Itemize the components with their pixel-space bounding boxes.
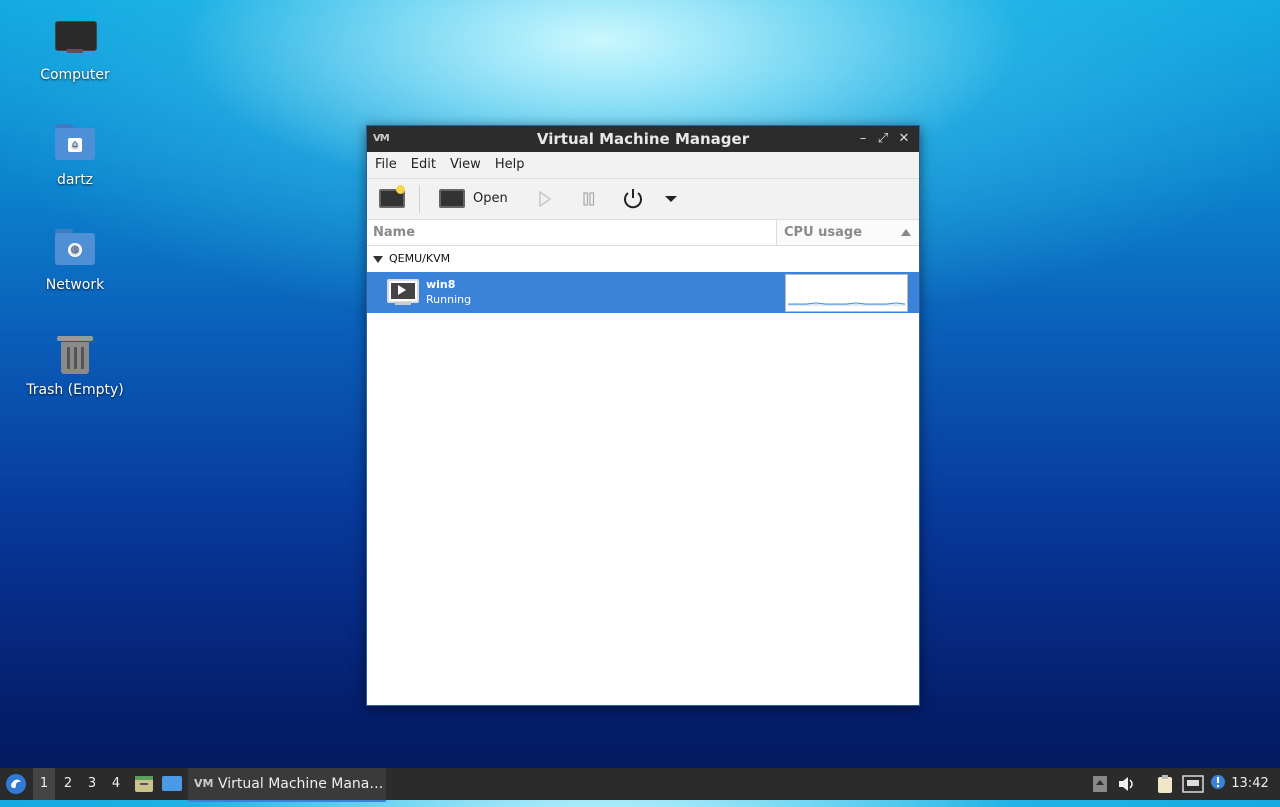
desktop-icon-trash[interactable]: Trash (Empty) bbox=[20, 330, 130, 398]
menu-edit[interactable]: Edit bbox=[404, 152, 443, 178]
cpu-sparkline bbox=[788, 302, 906, 306]
taskbar-window-label: Virtual Machine Mana… bbox=[218, 776, 384, 792]
start-menu-button[interactable] bbox=[3, 768, 29, 800]
vm-row-win8[interactable]: win8 Running bbox=[367, 272, 919, 313]
update-notifier-button[interactable] bbox=[1208, 768, 1230, 800]
window-titlebar[interactable]: VM Virtual Machine Manager – ⤢ ✕ bbox=[367, 126, 919, 152]
minimize-button[interactable]: – bbox=[854, 130, 872, 148]
column-cpu-label: CPU usage bbox=[784, 225, 863, 240]
shutdown-button[interactable] bbox=[620, 185, 646, 213]
desktop-icon-network[interactable]: ◍ Network bbox=[20, 225, 130, 293]
connection-row-qemu[interactable]: QEMU/KVM bbox=[367, 246, 919, 272]
open-label: Open bbox=[473, 191, 508, 206]
desktop-icon-label: Computer bbox=[40, 67, 110, 83]
workspace-2[interactable]: 2 bbox=[57, 768, 79, 800]
pause-button[interactable] bbox=[579, 185, 599, 213]
desktop-icon-label: Network bbox=[45, 277, 105, 293]
menu-file[interactable]: File bbox=[367, 152, 404, 178]
vm-name: win8 bbox=[426, 278, 456, 291]
maximize-button[interactable]: ⤢ bbox=[874, 130, 892, 148]
column-name-header[interactable]: Name bbox=[373, 220, 415, 245]
vm-manager-window: VM Virtual Machine Manager – ⤢ ✕ File Edi… bbox=[366, 125, 920, 706]
eject-button[interactable] bbox=[1090, 768, 1110, 800]
computer-icon bbox=[51, 15, 99, 63]
taskbar: 1 2 3 4 VM Virtual Machine Mana… 13:42 bbox=[0, 768, 1280, 802]
list-header: Name CPU usage bbox=[367, 220, 919, 246]
connection-label: QEMU/KVM bbox=[389, 252, 451, 265]
close-button[interactable]: ✕ bbox=[895, 130, 913, 148]
clipboard-icon bbox=[1158, 775, 1172, 793]
menubar: File Edit View Help bbox=[367, 152, 919, 179]
menu-help[interactable]: Help bbox=[488, 152, 532, 178]
open-button[interactable]: Open bbox=[435, 185, 513, 213]
vm-status: Running bbox=[426, 293, 472, 306]
volume-button[interactable] bbox=[1116, 768, 1138, 800]
toolbar: Open bbox=[367, 179, 919, 220]
run-button[interactable] bbox=[535, 185, 555, 213]
clipboard-button[interactable] bbox=[1154, 768, 1176, 800]
chevron-down-icon bbox=[665, 196, 677, 202]
play-icon bbox=[539, 190, 552, 208]
taskbar-window-vm-manager[interactable]: VM Virtual Machine Mana… bbox=[188, 768, 386, 802]
desktop-icon bbox=[162, 776, 182, 791]
new-vm-button[interactable] bbox=[377, 185, 407, 213]
update-notifier-icon bbox=[1211, 775, 1225, 789]
network-folder-icon: ◍ bbox=[51, 225, 99, 273]
file-manager-icon bbox=[135, 776, 153, 792]
running-vm-icon bbox=[387, 279, 419, 303]
file-manager-launcher[interactable] bbox=[132, 768, 156, 800]
trash-icon bbox=[51, 330, 99, 378]
cpu-usage-graph bbox=[785, 274, 908, 312]
clock[interactable]: 13:42 bbox=[1228, 768, 1272, 800]
desktop-icon-label: Trash (Empty) bbox=[26, 382, 124, 398]
volume-icon bbox=[1119, 777, 1133, 791]
network-status-button[interactable] bbox=[1181, 768, 1205, 800]
expander-arrow-icon[interactable] bbox=[373, 256, 383, 263]
sort-ascending-icon bbox=[901, 229, 911, 236]
network-icon bbox=[1182, 775, 1204, 793]
shutdown-menu-button[interactable] bbox=[661, 185, 681, 213]
desktop-icon-home[interactable]: ⌂ dartz bbox=[20, 120, 130, 188]
workspace-1[interactable]: 1 bbox=[33, 768, 55, 800]
home-folder-icon: ⌂ bbox=[51, 120, 99, 168]
virt-manager-logo-icon: VM bbox=[194, 777, 214, 790]
desktop-icon-label: dartz bbox=[56, 172, 94, 188]
pause-icon bbox=[583, 192, 595, 206]
workspace-3[interactable]: 3 bbox=[81, 768, 103, 800]
power-icon bbox=[624, 189, 642, 209]
desktop-icon-computer[interactable]: Computer bbox=[20, 15, 130, 83]
window-title: Virtual Machine Manager bbox=[536, 130, 750, 148]
distro-logo-icon bbox=[6, 774, 26, 794]
menu-view[interactable]: View bbox=[443, 152, 488, 178]
workspace-4[interactable]: 4 bbox=[105, 768, 127, 800]
show-desktop-button[interactable] bbox=[160, 768, 184, 800]
eject-icon bbox=[1093, 776, 1107, 792]
column-cpu-header[interactable]: CPU usage bbox=[776, 220, 919, 245]
